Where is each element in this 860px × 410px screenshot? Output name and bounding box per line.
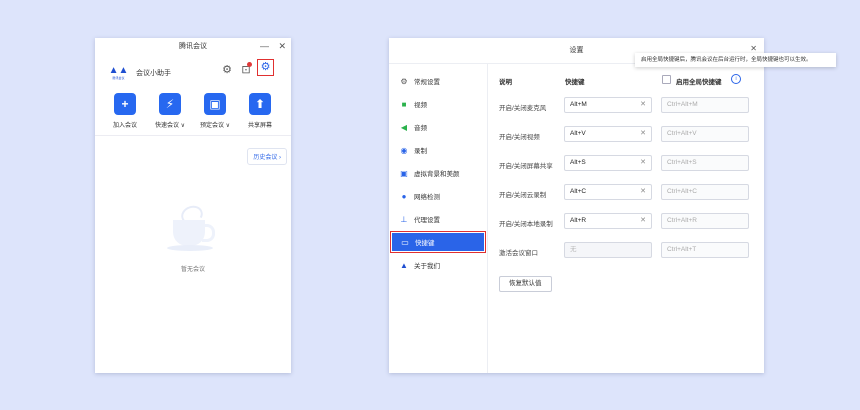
sidebar-item-record[interactable]: ◉ 录制 xyxy=(399,141,428,159)
proxy-icon: ⊥ xyxy=(400,214,408,224)
network-icon: ● xyxy=(401,191,407,201)
sidebar-item-label: 录制 xyxy=(414,148,427,155)
minimize-button[interactable]: — xyxy=(260,41,269,51)
calendar-icon: ▣ xyxy=(204,93,226,115)
shortcut-value: Alt+C xyxy=(570,188,587,195)
notification-dot xyxy=(247,62,252,67)
settings-alt-icon[interactable]: ⚙ xyxy=(219,62,235,78)
sidebar-item-network[interactable]: ● 网络检测 xyxy=(399,187,440,205)
shortcut-input[interactable]: Alt+R ✕ xyxy=(564,213,652,229)
shortcut-row-label: 开启/关闭麦克风 xyxy=(499,105,547,112)
shortcut-input: 无 xyxy=(564,242,652,258)
quick-actions: + 加入会议 ⚡ 快速会议 ∨ ▣ 预定会议 ∨ ⬆ 共享屏幕 xyxy=(95,93,291,129)
sidebar-item-general[interactable]: ⚙ 常规设置 xyxy=(399,72,440,90)
sidebar-item-label: 虚拟背景和美颜 xyxy=(414,171,460,178)
join-meeting-button[interactable]: + 加入会议 xyxy=(105,93,145,129)
global-shortcut-input[interactable]: Ctrl+Alt+S xyxy=(661,155,749,171)
shortcut-row-label: 开启/关闭视频 xyxy=(499,134,540,141)
plus-icon: + xyxy=(114,93,136,115)
column-header-description: 说明 xyxy=(499,79,512,86)
restore-defaults-button[interactable]: 恢复默认值 xyxy=(499,276,552,292)
global-shortcut-tooltip: 启用全局快捷键后，腾讯会议在后台运行时，全局快捷键也可以生效。 xyxy=(635,53,836,67)
share-screen-icon: ⬆ xyxy=(249,93,271,115)
global-shortcut-input[interactable]: Ctrl+Alt+V xyxy=(661,126,749,142)
user-name: 会议小助手 xyxy=(136,70,171,77)
clear-icon[interactable]: ✕ xyxy=(640,214,646,228)
sidebar-item-label: 视频 xyxy=(414,102,427,109)
global-shortcut-checkbox[interactable] xyxy=(662,75,671,84)
shortcut-row-label: 开启/关闭云录制 xyxy=(499,192,547,199)
action-label: 共享屏幕 xyxy=(247,123,272,129)
global-shortcut-input[interactable]: Ctrl+Alt+C xyxy=(661,184,749,200)
avatar[interactable]: ▲▲ 腾讯会议 xyxy=(108,64,129,83)
column-header-global: 启用全局快捷键 xyxy=(676,79,722,86)
empty-cup-icon xyxy=(167,202,219,254)
sidebar-item-label: 常规设置 xyxy=(414,79,440,86)
clear-icon[interactable]: ✕ xyxy=(640,127,646,141)
sidebar-item-label: 代理设置 xyxy=(414,217,440,224)
action-label: 预定会议 ∨ xyxy=(199,123,231,129)
sidebar-item-video[interactable]: ■ 视频 xyxy=(399,95,427,113)
sidebar-item-label: 音频 xyxy=(414,125,427,132)
lightning-icon: ⚡ xyxy=(159,93,181,115)
clear-icon[interactable]: ✕ xyxy=(640,156,646,170)
keyboard-icon: ▭ xyxy=(401,237,409,247)
column-header-shortcut: 快捷键 xyxy=(565,79,585,86)
logo-icon: ▲ xyxy=(400,260,408,270)
shortcut-row-label: 激活会议窗口 xyxy=(499,250,538,257)
meeting-main-window: 腾讯会议 — ✕ ▲▲ 腾讯会议 会议小助手 ⚙ ⊡ ⚙ + 加入会议 ⚡ 快速… xyxy=(95,38,291,373)
shortcut-value: Alt+M xyxy=(570,101,587,108)
clear-icon[interactable]: ✕ xyxy=(640,98,646,112)
shortcut-value: Alt+V xyxy=(570,130,586,137)
share-screen-button[interactable]: ⬆ 共享屏幕 xyxy=(240,93,280,129)
settings-sidebar: ⚙ 常规设置 ■ 视频 ◀ 音频 ◉ 录制 ▣ 虚拟背景和美颜 ● 网络检测 ⊥… xyxy=(389,64,488,373)
global-shortcut-input[interactable]: Ctrl+Alt+M xyxy=(661,97,749,113)
global-shortcut-input[interactable]: Ctrl+Alt+T xyxy=(661,242,749,258)
divider xyxy=(95,135,291,136)
logo-icon: ▲▲ xyxy=(108,65,129,76)
history-meetings-button[interactable]: 历史会议 › xyxy=(247,148,287,165)
shortcut-value: Alt+S xyxy=(570,159,586,166)
settings-button[interactable]: ⚙ xyxy=(257,59,274,76)
shortcut-value: Alt+R xyxy=(570,217,587,224)
sidebar-item-label: 网络检测 xyxy=(414,194,440,201)
sidebar-item-label: 关于我们 xyxy=(414,263,440,270)
gear-icon: ⚙ xyxy=(400,76,408,86)
user-profile[interactable]: ▲▲ 腾讯会议 会议小助手 xyxy=(109,62,171,84)
record-icon: ◉ xyxy=(400,145,408,155)
shortcut-input[interactable]: Alt+S ✕ xyxy=(564,155,652,171)
info-icon[interactable]: i xyxy=(731,74,741,84)
shortcut-row-label: 开启/关闭本地录制 xyxy=(499,221,553,228)
sidebar-item-label: 快捷键 xyxy=(415,240,435,247)
sidebar-item-about[interactable]: ▲ 关于我们 xyxy=(399,256,440,274)
sidebar-item-audio[interactable]: ◀ 音频 xyxy=(399,118,427,136)
settings-window: 设置 ✕ ⚙ 常规设置 ■ 视频 ◀ 音频 ◉ 录制 ▣ 虚拟背景和美颜 ● 网… xyxy=(389,38,764,373)
shortcut-input[interactable]: Alt+M ✕ xyxy=(564,97,652,113)
schedule-meeting-button[interactable]: ▣ 预定会议 ∨ xyxy=(195,93,235,129)
sidebar-item-shortcuts[interactable]: ▭ 快捷键 xyxy=(390,231,486,253)
sidebar-item-proxy[interactable]: ⊥ 代理设置 xyxy=(399,210,440,228)
shortcut-input[interactable]: Alt+C ✕ xyxy=(564,184,652,200)
video-icon: ■ xyxy=(401,99,407,109)
clear-icon[interactable]: ✕ xyxy=(640,185,646,199)
gear-icon: ⚙ xyxy=(260,61,271,73)
shortcut-input[interactable]: Alt+V ✕ xyxy=(564,126,652,142)
close-button[interactable]: ✕ xyxy=(750,44,757,53)
action-label: 加入会议 xyxy=(112,123,137,129)
avatar-caption: 腾讯会议 xyxy=(112,76,125,80)
close-button[interactable]: ✕ xyxy=(278,41,286,52)
audio-icon: ◀ xyxy=(400,122,408,132)
global-shortcut-input[interactable]: Ctrl+Alt+R xyxy=(661,213,749,229)
portrait-icon: ▣ xyxy=(400,168,408,178)
shortcut-row-label: 开启/关闭屏幕共享 xyxy=(499,163,553,170)
empty-state-text: 暂无会议 xyxy=(180,267,205,273)
quick-meeting-button[interactable]: ⚡ 快速会议 ∨ xyxy=(150,93,190,129)
action-label: 快速会议 ∨ xyxy=(154,123,186,129)
sidebar-item-virtual-background[interactable]: ▣ 虚拟背景和美颜 xyxy=(399,164,460,182)
